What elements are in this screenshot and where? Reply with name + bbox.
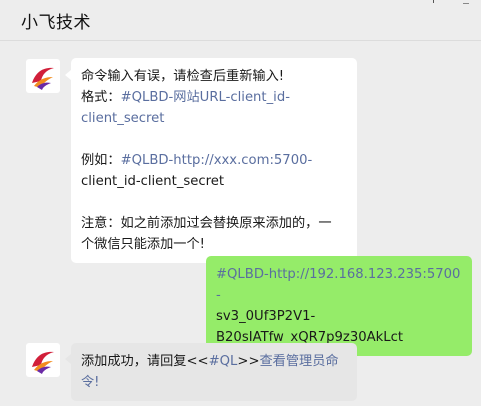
message-line: 例如：#QLBD-http://xxx.com:5700-	[81, 153, 313, 168]
minimize-icon[interactable]	[463, 0, 469, 4]
message-line: client_secret	[81, 108, 347, 129]
message-line: sv3_0Uf3P2V1-	[216, 309, 316, 324]
message-bubble[interactable]: 命令输入有误，请检查后重新输入! 格式：#QLBD-网站URL-client_i…	[71, 58, 357, 263]
message-bubble[interactable]: 添加成功，请回复<<#QL>>查看管理员命 令!	[71, 343, 357, 401]
message-line: 命令输入有误，请检查后重新输入!	[81, 69, 285, 84]
message-line: client_id-client_secret	[81, 174, 225, 189]
message-link[interactable]: #QLBD-网站URL-client_id-	[121, 90, 290, 105]
more-options-icon[interactable]	[430, 0, 438, 5]
message-line: 个微信只能添加一个!	[81, 237, 205, 252]
message-link[interactable]: #QL	[209, 354, 238, 369]
message-line: 格式：#QLBD-网站URL-client_id-	[81, 90, 290, 105]
message-link[interactable]: #QLBD-http://192.168.123.235:5700-	[216, 267, 460, 303]
message-line: #QLBD-http://192.168.123.235:5700-	[216, 264, 462, 306]
chat-header: 小飞技术	[0, 0, 481, 41]
message-link[interactable]: 令!	[81, 375, 99, 390]
avatar[interactable]	[26, 343, 60, 377]
bot-logo-icon	[32, 351, 54, 374]
message-link[interactable]: #QLBD-http://xxx.com:5700-	[121, 153, 313, 168]
message-link[interactable]: client_secret	[81, 111, 164, 126]
avatar[interactable]	[26, 59, 60, 93]
message-line	[81, 192, 347, 213]
message-line	[81, 129, 347, 150]
bot-logo-icon	[32, 67, 54, 90]
message-line: 令!	[81, 372, 347, 393]
message-line: 添加成功，请回复<<#QL>>查看管理员命	[81, 354, 339, 369]
message-link[interactable]: 查看管理员命	[260, 354, 339, 369]
outgoing-message-bubble[interactable]: #QLBD-http://192.168.123.235:5700- sv3_0…	[206, 256, 472, 356]
chat-title: 小飞技术	[21, 13, 91, 33]
message-line: 注意：如之前添加过会替换原来添加的，一	[81, 216, 332, 231]
